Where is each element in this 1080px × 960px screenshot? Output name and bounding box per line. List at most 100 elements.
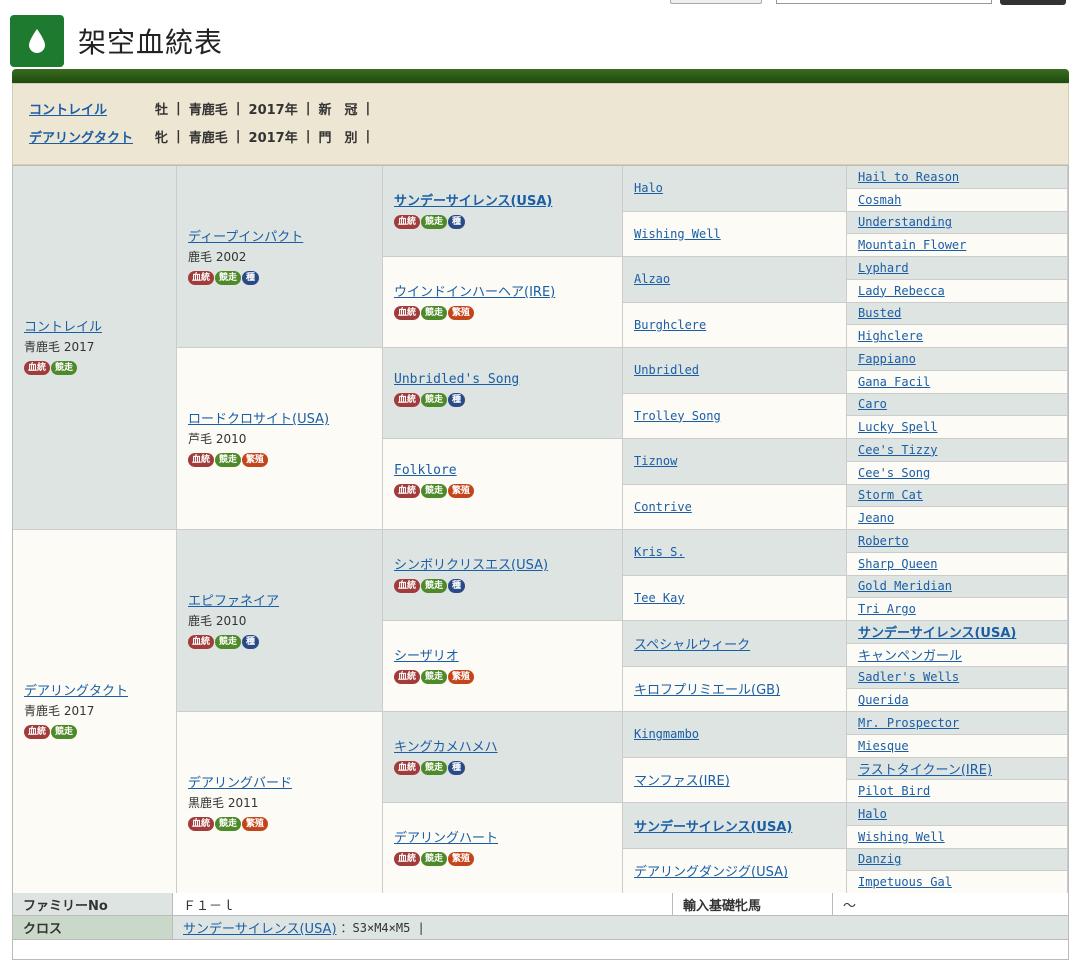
stud-badge[interactable]: 種 xyxy=(242,271,260,285)
horse-link[interactable]: Folklore xyxy=(394,463,457,478)
horse-link[interactable]: デアリングバード xyxy=(188,776,292,791)
horse-link[interactable]: スペシャルウィーク xyxy=(634,634,750,653)
broodmare-badge[interactable]: 繁殖 xyxy=(448,852,475,866)
race-badge[interactable]: 競走 xyxy=(215,635,242,649)
horse-link[interactable]: Sharp Queen xyxy=(858,557,937,571)
horse-link[interactable]: ウインドインハーヘア(IRE) xyxy=(394,285,555,300)
horse-link[interactable]: シンボリクリスエス(USA) xyxy=(394,558,548,573)
horse-link[interactable]: シーザリオ xyxy=(394,649,459,664)
horse-link[interactable]: Gana Facil xyxy=(858,375,930,389)
stud-badge[interactable]: 種 xyxy=(448,579,466,593)
top-search-button[interactable] xyxy=(1000,0,1066,5)
summary-horse-link[interactable]: デアリングタクト xyxy=(29,127,155,146)
race-badge[interactable]: 競走 xyxy=(421,393,448,407)
broodmare-badge[interactable]: 繁殖 xyxy=(242,817,269,831)
horse-link[interactable]: Halo xyxy=(634,181,663,195)
stud-badge[interactable]: 種 xyxy=(448,393,466,407)
horse-link[interactable]: サンデーサイレンス(USA) xyxy=(634,816,792,835)
pedigree-badge[interactable]: 血統 xyxy=(24,725,51,739)
horse-link[interactable]: Fappiano xyxy=(858,352,916,366)
horse-link[interactable]: ロードクロサイト(USA) xyxy=(188,412,329,427)
race-badge[interactable]: 競走 xyxy=(215,453,242,467)
horse-link[interactable]: Burghclere xyxy=(634,318,706,332)
horse-link[interactable]: マンファス(IRE) xyxy=(634,770,730,789)
horse-link[interactable]: Trolley Song xyxy=(634,409,721,423)
race-badge[interactable]: 競走 xyxy=(51,361,78,375)
horse-link[interactable]: Busted xyxy=(858,306,901,320)
horse-link[interactable]: Unbridled xyxy=(634,363,699,377)
horse-link[interactable]: ディープインパクト xyxy=(188,230,303,245)
horse-link[interactable]: Impetuous Gal xyxy=(858,875,952,889)
pedigree-badge[interactable]: 血統 xyxy=(394,215,421,229)
horse-link[interactable]: Tee Kay xyxy=(634,591,685,605)
race-badge[interactable]: 競走 xyxy=(421,579,448,593)
horse-link[interactable]: デアリングハート xyxy=(394,831,498,846)
race-badge[interactable]: 競走 xyxy=(421,484,448,498)
broodmare-badge[interactable]: 繁殖 xyxy=(242,453,269,467)
horse-link[interactable]: キロフプリミエール(GB) xyxy=(634,679,780,698)
horse-link[interactable]: Sadler's Wells xyxy=(858,670,959,684)
pedigree-badge[interactable]: 血統 xyxy=(394,579,421,593)
summary-horse-link[interactable]: コントレイル xyxy=(29,99,155,118)
horse-link[interactable]: Wishing Well xyxy=(858,830,945,844)
horse-link[interactable]: Gold Meridian xyxy=(858,579,952,593)
pedigree-badge[interactable]: 血統 xyxy=(188,271,215,285)
pedigree-badge[interactable]: 血統 xyxy=(188,453,215,467)
horse-link[interactable]: Lady Rebecca xyxy=(858,284,945,298)
pedigree-badge[interactable]: 血統 xyxy=(394,306,421,320)
horse-link[interactable]: サンデーサイレンス(USA) xyxy=(394,194,552,209)
horse-link[interactable]: Miesque xyxy=(858,739,909,753)
horse-link[interactable]: Halo xyxy=(858,807,887,821)
horse-link[interactable]: デアリングタクト xyxy=(24,684,128,699)
horse-link[interactable]: Storm Cat xyxy=(858,488,923,502)
horse-link[interactable]: Mountain Flower xyxy=(858,238,966,252)
horse-link[interactable]: Mr. Prospector xyxy=(858,716,959,730)
race-badge[interactable]: 競走 xyxy=(215,817,242,831)
horse-link[interactable]: Cosmah xyxy=(858,193,901,207)
pedigree-badge[interactable]: 血統 xyxy=(188,635,215,649)
race-badge[interactable]: 競走 xyxy=(421,852,448,866)
race-badge[interactable]: 競走 xyxy=(51,725,78,739)
pedigree-badge[interactable]: 血統 xyxy=(394,761,421,775)
horse-link[interactable]: Cee's Song xyxy=(858,466,930,480)
pedigree-badge[interactable]: 血統 xyxy=(394,393,421,407)
horse-link[interactable]: Tiznow xyxy=(634,454,677,468)
race-badge[interactable]: 競走 xyxy=(421,670,448,684)
horse-link[interactable]: Lucky Spell xyxy=(858,420,937,434)
race-badge[interactable]: 競走 xyxy=(421,761,448,775)
pedigree-badge[interactable]: 血統 xyxy=(394,852,421,866)
race-badge[interactable]: 競走 xyxy=(421,306,448,320)
horse-link[interactable]: Contrive xyxy=(634,500,692,514)
horse-link[interactable]: Roberto xyxy=(858,534,909,548)
horse-link[interactable]: Pilot Bird xyxy=(858,784,930,798)
stud-badge[interactable]: 種 xyxy=(448,761,466,775)
top-select[interactable] xyxy=(670,0,762,4)
horse-link[interactable]: Tri Argo xyxy=(858,602,916,616)
top-search-input[interactable] xyxy=(776,0,992,4)
horse-link[interactable]: サンデーサイレンス(USA) xyxy=(858,622,1016,641)
horse-link[interactable]: Caro xyxy=(858,397,887,411)
broodmare-badge[interactable]: 繁殖 xyxy=(448,484,475,498)
horse-link[interactable]: Jeano xyxy=(858,511,894,525)
horse-link[interactable]: Kingmambo xyxy=(634,727,699,741)
horse-link[interactable]: Cee's Tizzy xyxy=(858,443,937,457)
horse-link[interactable]: Hail to Reason xyxy=(858,170,959,184)
horse-link[interactable]: Wishing Well xyxy=(634,227,721,241)
horse-link[interactable]: Querida xyxy=(858,693,909,707)
horse-link[interactable]: Unbridled's Song xyxy=(394,372,519,387)
stud-badge[interactable]: 種 xyxy=(242,635,260,649)
horse-link[interactable]: Lyphard xyxy=(858,261,909,275)
horse-link[interactable]: キングカメハメハ xyxy=(394,740,498,755)
horse-link[interactable]: Highclere xyxy=(858,329,923,343)
horse-link[interactable]: Danzig xyxy=(858,852,901,866)
pedigree-badge[interactable]: 血統 xyxy=(24,361,51,375)
stud-badge[interactable]: 種 xyxy=(448,215,466,229)
horse-link[interactable]: キャンペンガール xyxy=(858,645,962,664)
horse-link[interactable]: ラストタイクーン(IRE) xyxy=(858,759,992,778)
broodmare-badge[interactable]: 繁殖 xyxy=(448,670,475,684)
pedigree-badge[interactable]: 血統 xyxy=(394,670,421,684)
pedigree-badge[interactable]: 血統 xyxy=(188,817,215,831)
cross-horse-link[interactable]: サンデーサイレンス(USA) xyxy=(183,918,337,937)
horse-link[interactable]: デアリングダンジグ(USA) xyxy=(634,861,788,880)
broodmare-badge[interactable]: 繁殖 xyxy=(448,306,475,320)
